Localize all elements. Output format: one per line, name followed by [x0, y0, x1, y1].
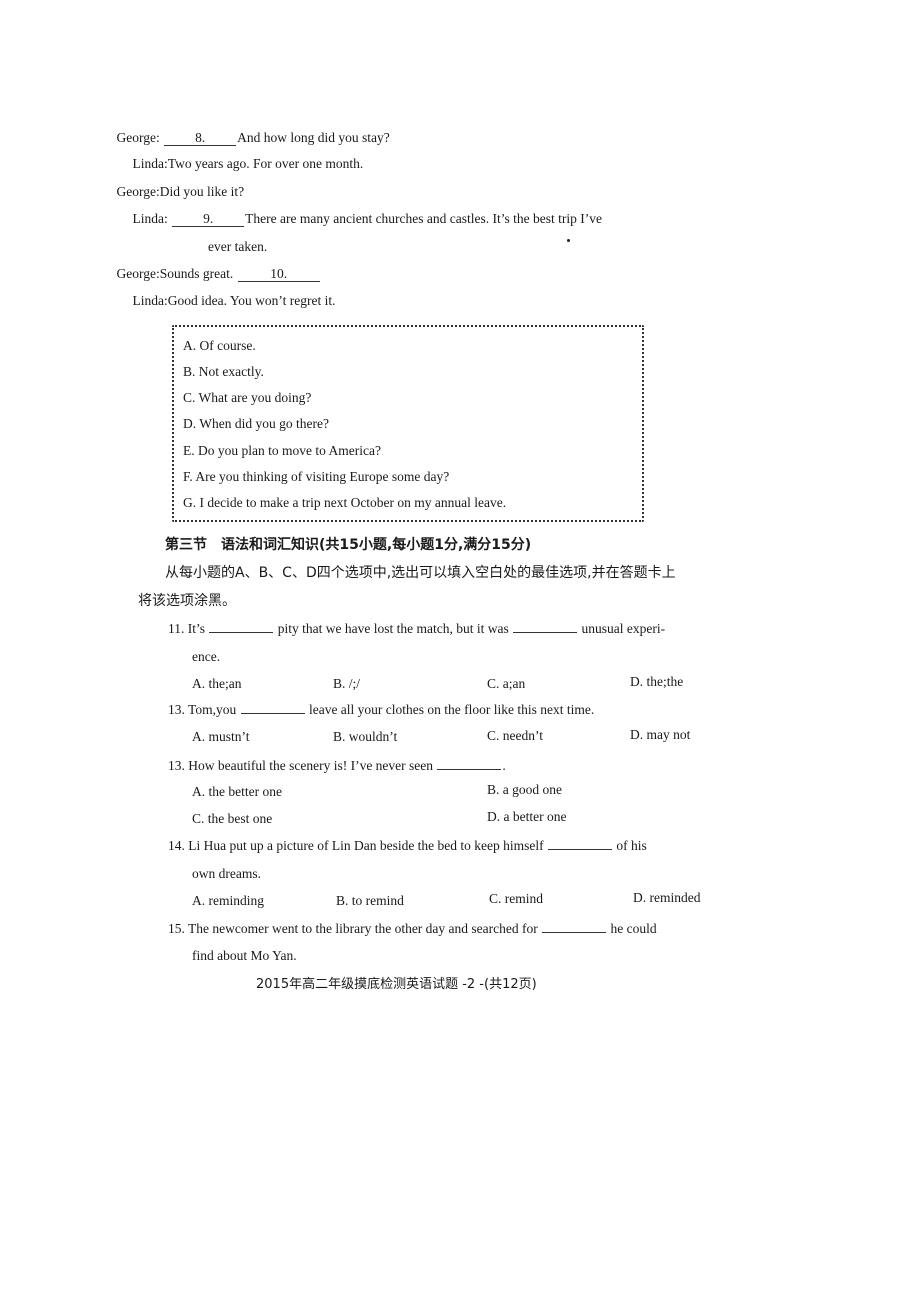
speaker-label: Linda: [132, 293, 165, 308]
answer-blank-8[interactable]: 8.: [164, 130, 237, 146]
answer-blank[interactable]: [209, 619, 274, 633]
speaker-separator: :: [156, 130, 160, 145]
choice-b[interactable]: B. a good one: [487, 781, 562, 799]
dialogue-line: Linda:Good idea. You won’t regret it.: [112, 292, 336, 310]
dialogue-line-8: George: 8. And how long did you stay?: [104, 129, 390, 147]
question-text-cont: ence.: [192, 649, 221, 664]
speaker-label: Linda: [132, 156, 165, 171]
answer-blank[interactable]: [240, 700, 305, 714]
question-text: he could: [610, 921, 657, 936]
option-d: D. When did you go there?: [183, 416, 329, 431]
choice-d[interactable]: D. may not: [630, 726, 690, 744]
question-text: pity that we have lost the match, but it…: [277, 621, 509, 636]
page-footer: 2015年高二年级摸底检测英语试题 -2 -(共12页): [256, 977, 537, 992]
speaker-label: George: [116, 130, 157, 145]
answer-blank[interactable]: [542, 919, 607, 933]
question-text: Li Hua put up a picture of Lin Dan besid…: [188, 838, 544, 853]
option-g: G. I decide to make a trip next October …: [183, 495, 507, 510]
option-b: B. Not exactly.: [183, 364, 264, 379]
choice-d[interactable]: D. reminded: [633, 889, 700, 907]
choice-c[interactable]: C. remind: [489, 890, 543, 908]
question-15: 15. The newcomer went to the library the…: [168, 919, 657, 938]
question-text: .: [502, 758, 506, 773]
choice-b[interactable]: B. to remind: [336, 892, 404, 910]
question-text: It’s: [187, 621, 206, 636]
question-text: Tom,you: [188, 702, 237, 717]
dialogue-line: Linda:Two years ago. For over one month.: [112, 155, 364, 173]
option-e: E. Do you plan to move to America?: [183, 443, 381, 458]
dialogue-text: Sounds great.: [159, 266, 234, 281]
exam-page: George: 8. And how long did you stay? Lin…: [0, 0, 920, 1302]
option-a: A. Of course.: [183, 338, 256, 353]
dialogue-line-9: Linda: 9. There are many ancient churches…: [112, 210, 602, 228]
options-box: A. Of course. B. Not exactly. C. What ar…: [172, 325, 644, 522]
answer-blank[interactable]: [437, 756, 502, 770]
answer-blank[interactable]: [548, 836, 613, 850]
question-13b: 13. How beautiful the scenery is! I’ve n…: [168, 756, 506, 775]
option-f: F. Are you thinking of visiting Europe s…: [183, 469, 450, 484]
choice-b[interactable]: B. wouldn’t: [333, 728, 397, 746]
choice-c[interactable]: C. a;an: [487, 675, 525, 693]
question-number: 15.: [168, 921, 185, 936]
dialogue-text: And how long did you stay?: [237, 130, 390, 145]
question-14: 14. Li Hua put up a picture of Lin Dan b…: [168, 836, 647, 855]
dialogue-continuation: ever taken.: [208, 239, 268, 254]
question-number: 11.: [168, 621, 185, 636]
answer-blank[interactable]: [513, 619, 578, 633]
answer-blank-10[interactable]: 10.: [237, 266, 320, 282]
option-c: C. What are you doing?: [183, 390, 312, 405]
answer-blank-9[interactable]: 9.: [172, 211, 245, 227]
question-text: of his: [616, 838, 647, 853]
question-text: How beautiful the scenery is! I’ve never…: [188, 758, 434, 773]
speaker-label: Linda: [132, 211, 165, 226]
section-instruction-cont: 将该选项涂黑。: [138, 593, 236, 609]
choice-a[interactable]: A. the better one: [192, 783, 282, 801]
speaker-separator: :: [164, 211, 168, 226]
dialogue-text: Did you like it?: [159, 184, 245, 199]
choice-a[interactable]: A. the;an: [192, 675, 242, 693]
choice-c[interactable]: C. needn’t: [487, 727, 543, 745]
question-13a: 13. Tom,you leave all your clothes on th…: [168, 700, 594, 719]
speaker-label: George: [116, 266, 157, 281]
choice-c[interactable]: C. the best one: [192, 810, 272, 828]
question-text: unusual experi-: [581, 621, 666, 636]
choice-b[interactable]: B. /;/: [333, 675, 360, 693]
scan-speck: [567, 239, 570, 242]
question-number: 14.: [168, 838, 185, 853]
choice-d[interactable]: D. a better one: [487, 808, 566, 826]
dialogue-line-10: George:Sounds great. 10.: [104, 265, 321, 283]
question-text-cont: find about Mo Yan.: [192, 948, 297, 963]
choice-a[interactable]: A. mustn’t: [192, 728, 250, 746]
question-number: 13.: [168, 758, 185, 773]
section-instruction: 从每小题的A、B、C、D四个选项中,选出可以填入空白处的最佳选项,并在答题卡上: [165, 565, 676, 581]
question-11: 11. It’s pity that we have lost the matc…: [168, 619, 665, 638]
question-text: leave all your clothes on the floor like…: [308, 702, 595, 717]
question-number: 13.: [168, 702, 185, 717]
choice-a[interactable]: A. reminding: [192, 892, 264, 910]
section-title: 第三节 语法和词汇知识(共15小题,每小题1分,满分15分): [165, 537, 532, 553]
dialogue-line: George:Did you like it?: [104, 183, 245, 201]
dialogue-text: Two years ago. For over one month.: [167, 156, 364, 171]
question-text-cont: own dreams.: [192, 866, 261, 881]
dialogue-text: There are many ancient churches and cast…: [245, 211, 602, 226]
dialogue-text: Good idea. You won’t regret it.: [167, 293, 336, 308]
question-text: The newcomer went to the library the oth…: [188, 921, 538, 936]
speaker-label: George: [116, 184, 157, 199]
choice-d[interactable]: D. the;the: [630, 673, 683, 691]
